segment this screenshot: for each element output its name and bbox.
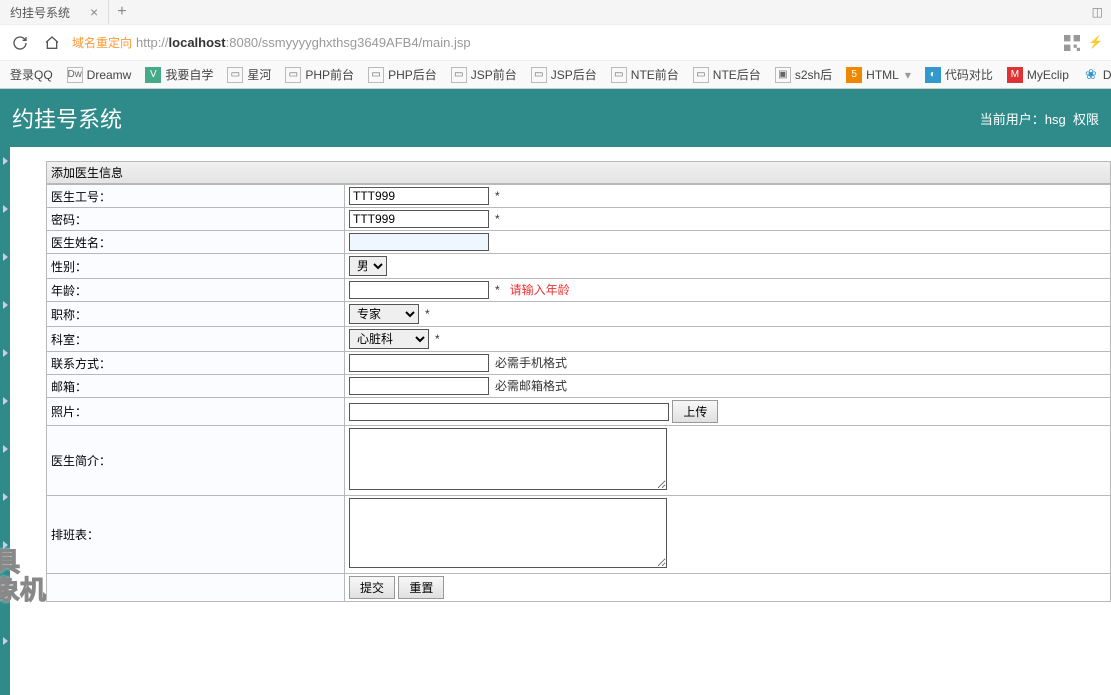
label-department: 科室：	[47, 327, 345, 352]
bookmark-item[interactable]: ▭NTE前台	[607, 66, 683, 83]
required-mark: *	[435, 332, 440, 346]
watermark: 具象机	[0, 549, 46, 604]
close-icon[interactable]: ×	[90, 4, 98, 20]
bookmark-item[interactable]: ▭PHP前台	[281, 66, 358, 83]
main-content: 添加医生信息 医生工号： * 密码： * 医生姓名： 性别： 男 年龄： * 请输…	[10, 147, 1111, 695]
expand-icon[interactable]	[3, 445, 8, 453]
age-error: 请输入年龄	[510, 283, 570, 297]
bookmark-item[interactable]: ▭JSP后台	[527, 66, 601, 83]
bookmark-item[interactable]: ▭NTE后台	[689, 66, 765, 83]
required-mark: *	[495, 283, 500, 297]
expand-icon[interactable]	[3, 205, 8, 213]
title-select[interactable]: 专家	[349, 304, 419, 324]
bookmark-item[interactable]: ▭JSP前台	[447, 66, 521, 83]
intro-textarea[interactable]	[349, 428, 667, 490]
url-text: http://localhost:8080/ssmyyyyghxthsg3649…	[136, 35, 471, 50]
label-photo: 照片：	[47, 398, 345, 426]
label-gender: 性别：	[47, 254, 345, 279]
label-email: 邮箱：	[47, 375, 345, 398]
new-tab-button[interactable]: +	[109, 3, 134, 21]
age-input[interactable]	[349, 281, 489, 299]
label-password: 密码：	[47, 208, 345, 231]
tab-bar: 约挂号系统 × + ◫	[0, 0, 1111, 24]
department-select[interactable]: 心脏科	[349, 329, 429, 349]
window-controls-icon[interactable]: ◫	[1084, 5, 1111, 19]
bookmark-item[interactable]: ▭PHP后台	[364, 66, 441, 83]
label-doctor-name: 医生姓名：	[47, 231, 345, 254]
tab-title: 约挂号系统	[10, 4, 70, 21]
doctor-name-input[interactable]	[349, 233, 489, 251]
system-title: 约挂号系统	[12, 102, 122, 134]
label-age: 年龄：	[47, 279, 345, 302]
required-mark: *	[425, 307, 430, 321]
submit-button[interactable]: 提交	[349, 576, 395, 599]
reload-icon[interactable]	[8, 31, 32, 55]
browser-tab[interactable]: 约挂号系统 ×	[0, 0, 109, 24]
redirect-badge: 域名重定向	[72, 34, 132, 51]
label-contact: 联系方式：	[47, 352, 345, 375]
expand-icon[interactable]	[3, 253, 8, 261]
expand-icon[interactable]	[3, 493, 8, 501]
bookmark-item[interactable]: ◐代码对比	[921, 66, 997, 83]
upload-button[interactable]: 上传	[672, 400, 718, 423]
email-input[interactable]	[349, 377, 489, 395]
expand-icon[interactable]	[3, 157, 8, 165]
browser-chrome: 约挂号系统 × + ◫ 域名重定向 http://localhost:8080/…	[0, 0, 1111, 89]
bookmark-item[interactable]: MMyEclip	[1003, 67, 1073, 83]
expand-icon[interactable]	[3, 637, 8, 645]
contact-input[interactable]	[349, 354, 489, 372]
bookmark-item[interactable]: 登录QQ	[6, 66, 57, 83]
bookmark-item[interactable]: 5HTML▾	[842, 67, 915, 83]
home-icon[interactable]	[40, 31, 64, 55]
bookmarks-bar: 登录QQ DwDreamw V我要自学 ▭星河 ▭PHP前台 ▭PHP后台 ▭J…	[0, 60, 1111, 88]
label-actions	[47, 574, 345, 602]
bookmark-item[interactable]: ▣s2sh后	[771, 66, 836, 83]
flash-icon[interactable]: ⚡	[1088, 35, 1103, 51]
required-mark: *	[495, 212, 500, 226]
label-doctor-id: 医生工号：	[47, 185, 345, 208]
qr-icon[interactable]	[1064, 35, 1080, 51]
bookmark-item[interactable]: ▭星河	[223, 66, 275, 83]
panel-title: 添加医生信息	[46, 161, 1111, 184]
sidebar	[0, 147, 10, 695]
gender-select[interactable]: 男	[349, 256, 387, 276]
bookmark-item[interactable]: ❀DW8集	[1079, 66, 1111, 83]
label-schedule: 排班表：	[47, 496, 345, 574]
expand-icon[interactable]	[3, 349, 8, 357]
contact-hint: 必需手机格式	[495, 356, 567, 370]
url-field[interactable]: 域名重定向 http://localhost:8080/ssmyyyyghxth…	[72, 34, 1056, 51]
bookmark-item[interactable]: V我要自学	[141, 66, 217, 83]
bookmark-item[interactable]: DwDreamw	[63, 67, 136, 83]
password-input[interactable]	[349, 210, 489, 228]
required-mark: *	[495, 189, 500, 203]
reset-button[interactable]: 重置	[398, 576, 444, 599]
schedule-textarea[interactable]	[349, 498, 667, 568]
address-bar: 域名重定向 http://localhost:8080/ssmyyyyghxth…	[0, 24, 1111, 60]
doctor-form: 医生工号： * 密码： * 医生姓名： 性别： 男 年龄： * 请输入年龄 职称：	[46, 184, 1111, 602]
label-title: 职称：	[47, 302, 345, 327]
app-header: 约挂号系统 当前用户：hsg 权限	[0, 89, 1111, 147]
current-user: 当前用户：hsg 权限	[980, 109, 1099, 128]
expand-icon[interactable]	[3, 301, 8, 309]
expand-icon[interactable]	[3, 397, 8, 405]
doctor-id-input[interactable]	[349, 187, 489, 205]
label-intro: 医生简介：	[47, 426, 345, 496]
photo-path-input[interactable]	[349, 403, 669, 421]
email-hint: 必需邮箱格式	[495, 379, 567, 393]
